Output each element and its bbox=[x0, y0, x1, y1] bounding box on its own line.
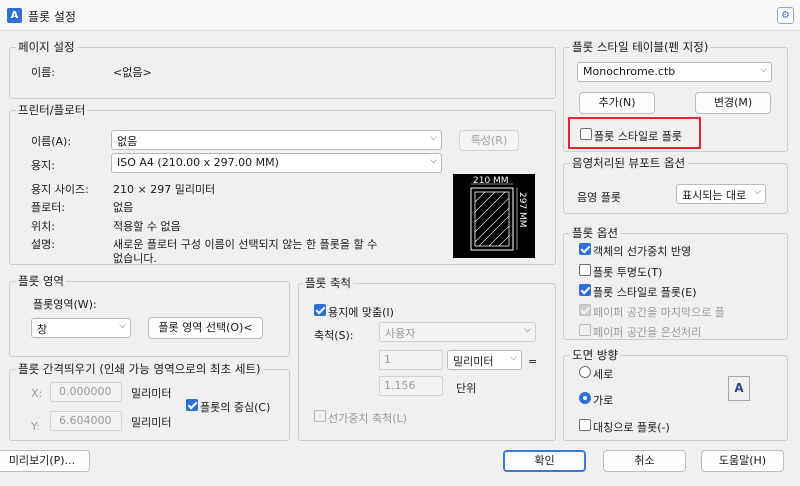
paper-value: ISO A4 (210.00 x 297.00 MM) bbox=[117, 156, 279, 169]
plotter-label: 플로터: bbox=[31, 201, 66, 214]
plot-styles-checkbox[interactable] bbox=[579, 284, 591, 296]
plot-styles-label: 플롯 스타일로 플롯(E) bbox=[593, 286, 697, 299]
offset-x-label: X: bbox=[31, 387, 43, 400]
title-bar bbox=[0, 0, 800, 31]
shade-plot-label: 음영 플롯 bbox=[577, 191, 621, 204]
location-label: 위치: bbox=[31, 220, 55, 233]
hide-paperspace-label: 페이퍼 공간을 은선처리 bbox=[593, 326, 702, 339]
plot-scale-title: 플롯 축척 bbox=[303, 275, 353, 291]
printer-name-value: 없음 bbox=[117, 135, 138, 148]
shade-plot-select[interactable]: 표시되는 대로 ⌵ bbox=[676, 184, 766, 204]
shaded-viewport-title: 음영처리된 뷰포트 옵션 bbox=[570, 155, 688, 171]
plotter-value: 없음 bbox=[113, 201, 134, 214]
paperspace-last-checkbox[interactable] bbox=[579, 304, 591, 316]
chevron-down-icon: ⌵ bbox=[760, 65, 767, 75]
landscape-radio[interactable] bbox=[579, 392, 591, 404]
fit-to-paper-label: 용지에 맞춤(I) bbox=[328, 306, 394, 319]
printer-name-label: 이름(A): bbox=[31, 135, 72, 148]
chevron-down-icon: ⌵ bbox=[524, 325, 531, 335]
plot-area-title: 플롯 영역 bbox=[16, 273, 66, 289]
lineweights-label: 객체의 선가중치 반영 bbox=[593, 245, 692, 258]
chevron-down-icon: ⌵ bbox=[119, 321, 126, 331]
plot-area-value: 창 bbox=[37, 323, 48, 336]
description-label: 설명: bbox=[31, 238, 55, 251]
upside-down-checkbox[interactable] bbox=[579, 419, 591, 431]
scale-denominator-value: 1.156 bbox=[384, 379, 416, 392]
fit-to-paper-checkbox[interactable] bbox=[314, 304, 326, 316]
scale-lineweights-checkbox[interactable] bbox=[314, 410, 326, 422]
preview-width-text: 210 MM bbox=[473, 176, 509, 186]
lineweights-checkbox[interactable] bbox=[579, 243, 591, 255]
location-value: 적용할 수 없음 bbox=[113, 220, 181, 233]
paperspace-last-label: 페이퍼 공간을 마지막으로 플 bbox=[593, 306, 725, 319]
plot-options-title: 플롯 옵션 bbox=[570, 225, 620, 241]
chevron-down-icon: ⌵ bbox=[430, 133, 437, 143]
add-style-table-button[interactable]: 추가(N) bbox=[579, 92, 655, 114]
paper-size-label: 용지 사이즈: bbox=[31, 183, 89, 196]
page-setup-name-value: <없음> bbox=[113, 66, 152, 79]
plot-with-styles-checkbox[interactable] bbox=[580, 128, 592, 140]
plot-offset-title: 플롯 간격띄우기 (인쇄 가능 영역으로의 최초 세트) bbox=[16, 361, 263, 377]
transparency-label: 플롯 투명도(T) bbox=[593, 266, 663, 279]
paper-label: 용지: bbox=[31, 159, 55, 172]
printer-title: 프린터/플로터 bbox=[16, 102, 88, 118]
autocad-app-icon: A bbox=[7, 8, 22, 23]
upside-down-label: 대칭으로 플롯(-) bbox=[593, 421, 670, 434]
chevron-down-icon: ⌵ bbox=[510, 353, 517, 363]
chevron-down-icon: ⌵ bbox=[754, 187, 761, 197]
hide-paperspace-checkbox[interactable] bbox=[579, 324, 591, 336]
landscape-label: 가로 bbox=[593, 394, 614, 407]
scale-denominator-unit: 단위 bbox=[456, 382, 477, 395]
plot-style-table-value: Monochrome.ctb bbox=[583, 65, 676, 78]
cancel-button[interactable]: 취소 bbox=[603, 450, 686, 472]
orientation-title: 도면 방향 bbox=[570, 347, 620, 363]
scale-value: 사용자 bbox=[385, 327, 416, 340]
printer-name-select[interactable]: 없음 ⌵ bbox=[111, 130, 442, 150]
portrait-label: 세로 bbox=[593, 368, 614, 381]
scale-select[interactable]: 사용자 ⌵ bbox=[379, 322, 536, 342]
portrait-radio[interactable] bbox=[579, 366, 591, 378]
paper-preview: 210 MM 297 MM bbox=[453, 174, 535, 258]
offset-x-unit: 밀리미터 bbox=[131, 387, 172, 400]
offset-x-input[interactable]: 0.000000 bbox=[50, 382, 122, 402]
orientation-preview-icon: A bbox=[728, 376, 750, 401]
scale-numerator-value: 1 bbox=[384, 353, 391, 366]
plot-style-table-title: 플롯 스타일 테이블(펜 지정) bbox=[570, 39, 711, 55]
page-setup-name-label: 이름: bbox=[31, 66, 55, 79]
scale-numerator-input[interactable]: 1 bbox=[379, 350, 443, 370]
plot-area-select[interactable]: 창 ⌵ bbox=[31, 318, 131, 338]
paper-preview-graphic: 210 MM 297 MM bbox=[470, 176, 527, 251]
properties-button[interactable]: 특성(R) bbox=[459, 130, 519, 151]
center-plot-checkbox[interactable] bbox=[186, 399, 198, 411]
page-setup-title: 페이지 설정 bbox=[16, 39, 77, 55]
description-line-2: 없습니다. bbox=[113, 252, 157, 265]
transparency-checkbox[interactable] bbox=[579, 264, 591, 276]
ok-button[interactable]: 확인 bbox=[503, 450, 586, 472]
help-search-icon[interactable]: ⚙ bbox=[777, 7, 794, 24]
plot-with-styles-label: 플롯 스타일로 플롯 bbox=[594, 130, 682, 143]
scale-lineweights-label: 선가중치 축척(L) bbox=[328, 412, 407, 425]
paper-size-value: 210 × 297 밀리미터 bbox=[113, 183, 216, 196]
window-title: 플롯 설정 bbox=[28, 10, 76, 24]
scale-unit-select[interactable]: 밀리미터 ⌵ bbox=[447, 350, 522, 370]
scale-equals: = bbox=[528, 355, 538, 368]
plot-area-select-button[interactable]: 플롯 영역 선택(O)< bbox=[148, 317, 263, 339]
shade-plot-value: 표시되는 대로 bbox=[682, 189, 747, 202]
help-button[interactable]: 도움말(H) bbox=[701, 450, 784, 472]
edit-style-table-button[interactable]: 변경(M) bbox=[695, 92, 771, 114]
plot-style-table-select[interactable]: Monochrome.ctb ⌵ bbox=[577, 62, 772, 82]
preview-button[interactable]: 미리보기(P)... bbox=[0, 450, 90, 472]
page-setup-group bbox=[9, 47, 556, 99]
center-plot-label: 플롯의 중심(C) bbox=[200, 401, 271, 414]
preview-height-text: 297 MM bbox=[517, 192, 527, 228]
offset-y-label: Y: bbox=[31, 420, 40, 433]
plot-area-label: 플롯영역(W): bbox=[33, 298, 97, 311]
scale-unit-value: 밀리미터 bbox=[453, 355, 494, 368]
scale-denominator-input[interactable]: 1.156 bbox=[379, 376, 443, 396]
offset-y-unit: 밀리미터 bbox=[131, 416, 172, 429]
paper-select[interactable]: ISO A4 (210.00 x 297.00 MM) ⌵ bbox=[111, 153, 442, 173]
chevron-down-icon: ⌵ bbox=[430, 156, 437, 166]
scale-label: 축척(S): bbox=[314, 329, 354, 342]
offset-y-input[interactable]: 6.604000 bbox=[50, 411, 122, 431]
